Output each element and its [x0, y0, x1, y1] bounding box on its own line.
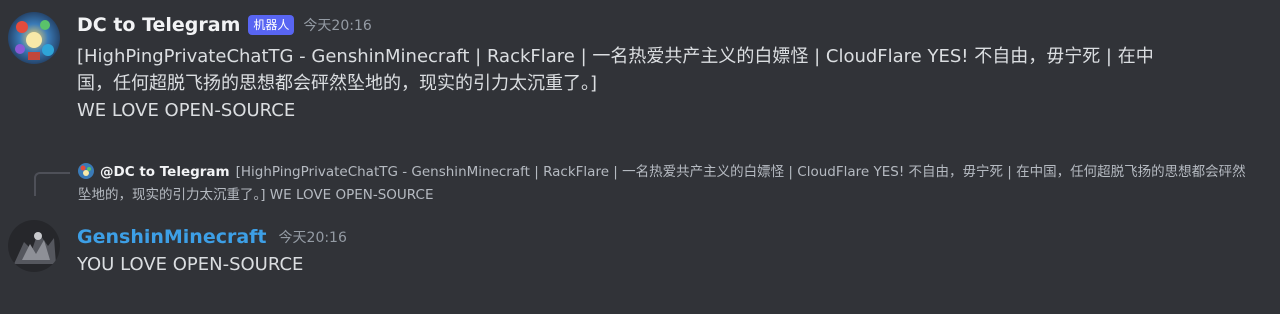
message-line: [HighPingPrivateChatTG - GenshinMinecraf… — [77, 46, 1154, 67]
message-content: [HighPingPrivateChatTG - GenshinMinecraf… — [77, 43, 1267, 124]
timestamp[interactable]: 今天20:16 — [279, 227, 347, 247]
reply-avatar — [78, 163, 94, 179]
message-line: 国，任何超脱飞扬的思想都会砰然坠地的，现实的引力太沉重了。] — [77, 73, 598, 94]
message-line: YOU LOVE OPEN-SOURCE — [77, 254, 304, 275]
avatar-genshinminecraft[interactable] — [8, 220, 60, 272]
username[interactable]: GenshinMinecraft — [77, 226, 267, 248]
message-line: WE LOVE OPEN-SOURCE — [77, 100, 296, 121]
username[interactable]: DC to Telegram — [77, 14, 240, 36]
message-header: DC to Telegram 机器人 今天20:16 — [77, 14, 372, 36]
chat-log: DC to Telegram 机器人 今天20:16 [HighPingPriv… — [0, 0, 1280, 314]
avatar-dc-to-telegram[interactable] — [8, 12, 60, 64]
reply-text: [HighPingPrivateChatTG - GenshinMinecraf… — [78, 164, 1246, 203]
message-header: GenshinMinecraft 今天20:16 — [77, 226, 347, 248]
bot-tag-badge: 机器人 — [248, 15, 295, 35]
message-content: YOU LOVE OPEN-SOURCE — [77, 251, 1267, 278]
reply-connector — [34, 172, 70, 196]
timestamp[interactable]: 今天20:16 — [303, 15, 371, 35]
reply-preview[interactable]: @DC to Telegram [HighPingPrivateChatTG - … — [78, 161, 1258, 207]
reply-author[interactable]: @DC to Telegram — [100, 164, 230, 180]
